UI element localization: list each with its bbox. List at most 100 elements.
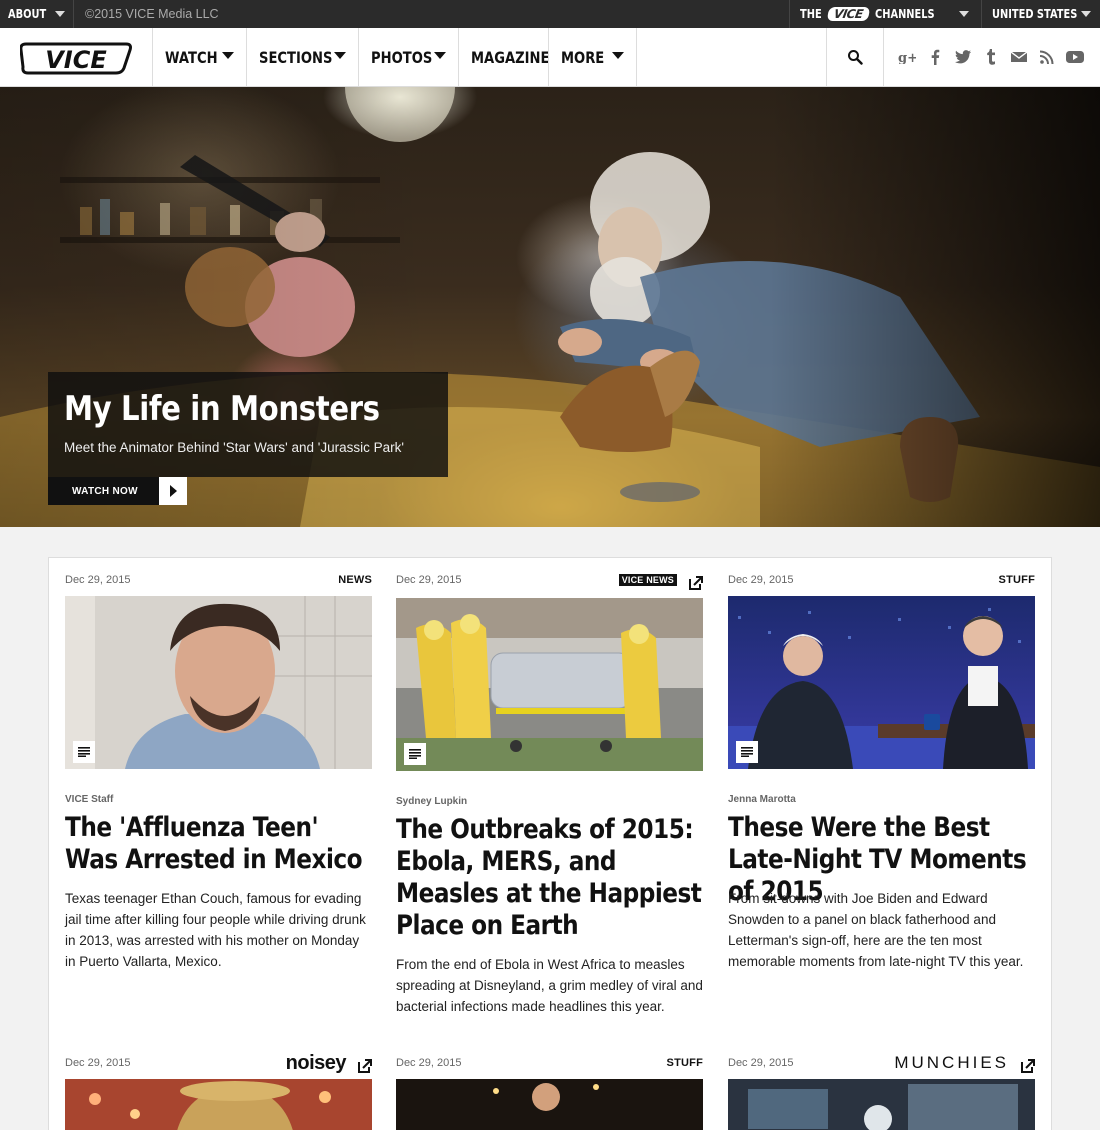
noisey-logo[interactable]: noisey xyxy=(286,1052,347,1075)
article-card[interactable]: Dec 29, 2015 MUNCHIES xyxy=(728,1053,1035,1130)
svg-text:g+: g+ xyxy=(898,51,916,64)
article-date: Dec 29, 2015 xyxy=(728,574,794,586)
play-icon xyxy=(159,477,187,505)
nav-item-label: WATCH xyxy=(165,47,218,67)
article-thumbnail[interactable] xyxy=(396,1079,703,1130)
vice-logo[interactable]: VICE xyxy=(20,40,132,76)
country-label: UNITED STATES xyxy=(992,7,1078,21)
article-summary: From sit-downs with Joe Biden and Edward… xyxy=(728,891,1024,969)
thumbnail-image xyxy=(65,1079,372,1130)
chevron-down-icon xyxy=(1081,11,1091,17)
nav-item-more[interactable]: MORE xyxy=(548,28,636,86)
munchies-logo[interactable]: MUNCHIES xyxy=(894,1053,1009,1073)
nav-divider xyxy=(636,28,637,86)
article-icon xyxy=(736,741,758,763)
article-date: Dec 29, 2015 xyxy=(396,574,462,586)
chevron-down-icon xyxy=(959,11,969,17)
article-thumbnail[interactable] xyxy=(65,1079,372,1130)
article-title[interactable]: The 'Affluenza Teen' Was Arrested in Mex… xyxy=(65,812,372,876)
thumbnail-image xyxy=(396,1079,703,1130)
nav-item-label: PHOTOS xyxy=(371,47,433,67)
channel-tag[interactable]: STUFF xyxy=(999,574,1035,586)
article-icon xyxy=(73,741,95,763)
article-card[interactable]: Dec 29, 2015 VICE NEWS Sydney Lupkin The… xyxy=(396,574,703,1014)
channels-dropdown[interactable]: THE VICE CHANNELS xyxy=(789,0,982,28)
channel-tag[interactable]: NEWS xyxy=(338,574,372,586)
watch-now-button[interactable]: WATCH NOW xyxy=(48,477,187,505)
rss-icon[interactable] xyxy=(1037,47,1057,67)
nav-item-label: SECTIONS xyxy=(259,47,333,67)
search-icon xyxy=(848,50,863,65)
article-title[interactable]: The Outbreaks of 2015: Ebola, MERS, and … xyxy=(396,814,703,942)
chevron-down-icon xyxy=(612,52,624,59)
hero-feature[interactable]: My Life in Monsters Meet the Animator Be… xyxy=(0,87,1100,527)
article-date: Dec 29, 2015 xyxy=(396,1057,462,1069)
hero-caption: My Life in Monsters Meet the Animator Be… xyxy=(48,372,448,477)
article-card[interactable]: Dec 29, 2015 noisey xyxy=(65,1052,372,1130)
article-thumbnail[interactable] xyxy=(728,1079,1035,1130)
channel-tag[interactable]: STUFF xyxy=(667,1057,703,1069)
thumbnail-image xyxy=(728,596,1035,769)
card-meta: Dec 29, 2015 STUFF xyxy=(728,574,1035,590)
card-meta: Dec 29, 2015 noisey xyxy=(65,1052,372,1075)
nav-item-label: MORE xyxy=(561,47,605,67)
article-date: Dec 29, 2015 xyxy=(65,1057,131,1069)
article-thumbnail[interactable] xyxy=(396,598,703,771)
main-navigation: VICE WATCH SECTIONS PHOTOS MAGAZINE MORE… xyxy=(0,28,1100,87)
card-meta: Dec 29, 2015 STUFF xyxy=(396,1057,703,1073)
country-dropdown[interactable]: UNITED STATES xyxy=(983,0,1100,28)
mail-icon[interactable] xyxy=(1009,47,1029,67)
about-label: ABOUT xyxy=(8,7,47,21)
channels-label: CHANNELS xyxy=(874,7,935,21)
thumbnail-image xyxy=(65,596,372,769)
article-date: Dec 29, 2015 xyxy=(65,574,131,586)
article-card[interactable]: Dec 29, 2015 NEWS VICE Staff The 'Afflue… xyxy=(65,574,372,994)
hero-title[interactable]: My Life in Monsters xyxy=(64,390,432,428)
article-grid: Dec 29, 2015 NEWS VICE Staff The 'Afflue… xyxy=(48,557,1052,1130)
nav-item-sections[interactable]: SECTIONS xyxy=(246,28,358,86)
chevron-down-icon xyxy=(334,52,346,59)
vice-mini-logo: VICE xyxy=(826,7,870,21)
nav-item-photos[interactable]: PHOTOS xyxy=(358,28,458,86)
the-label: THE xyxy=(800,7,822,21)
article-date: Dec 29, 2015 xyxy=(728,1057,794,1069)
article-card[interactable]: Dec 29, 2015 STUFF xyxy=(728,574,1035,994)
hero-subtitle: Meet the Animator Behind 'Star Wars' and… xyxy=(64,440,404,455)
external-link-icon[interactable] xyxy=(358,1057,372,1075)
copyright-text: ©2015 VICE Media LLC xyxy=(85,7,219,21)
article-thumbnail[interactable] xyxy=(65,596,372,769)
google-plus-icon[interactable]: g+ xyxy=(897,47,917,67)
tumblr-icon[interactable] xyxy=(981,47,1001,67)
social-links: g+ xyxy=(897,47,1085,67)
card-meta: Dec 29, 2015 NEWS xyxy=(65,574,372,590)
search-button[interactable] xyxy=(826,28,884,86)
article-author[interactable]: Jenna Marotta xyxy=(728,794,796,805)
logo-text: VICE xyxy=(45,46,107,74)
chevron-down-icon xyxy=(434,52,446,59)
article-card[interactable]: Dec 29, 2015 STUFF xyxy=(396,1057,703,1130)
article-author[interactable]: Sydney Lupkin xyxy=(396,796,467,807)
article-thumbnail[interactable] xyxy=(728,596,1035,769)
about-dropdown[interactable]: ABOUT xyxy=(0,0,74,28)
youtube-icon[interactable] xyxy=(1065,47,1085,67)
nav-item-watch[interactable]: WATCH xyxy=(152,28,246,86)
article-author[interactable]: VICE Staff xyxy=(65,794,113,805)
chevron-down-icon xyxy=(222,52,234,59)
top-utility-bar: ABOUT ©2015 VICE Media LLC THE VICE CHAN… xyxy=(0,0,1100,28)
thumbnail-image xyxy=(728,1079,1035,1130)
article-summary: Texas teenager Ethan Couch, famous for e… xyxy=(65,891,366,969)
facebook-icon[interactable] xyxy=(925,47,945,67)
watch-now-label: WATCH NOW xyxy=(72,485,138,497)
card-meta: Dec 29, 2015 VICE NEWS xyxy=(396,574,703,590)
article-summary: From the end of Ebola in West Africa to … xyxy=(396,957,703,1014)
external-link-icon[interactable] xyxy=(689,574,703,592)
card-meta: Dec 29, 2015 MUNCHIES xyxy=(728,1053,1035,1075)
nav-item-label: MAGAZINE xyxy=(471,47,550,67)
twitter-icon[interactable] xyxy=(953,47,973,67)
chevron-down-icon xyxy=(55,11,65,17)
channel-tag[interactable]: VICE NEWS xyxy=(618,574,677,586)
thumbnail-image xyxy=(396,598,703,771)
article-icon xyxy=(404,743,426,765)
nav-item-magazine[interactable]: MAGAZINE xyxy=(458,28,550,86)
external-link-icon[interactable] xyxy=(1021,1057,1035,1075)
